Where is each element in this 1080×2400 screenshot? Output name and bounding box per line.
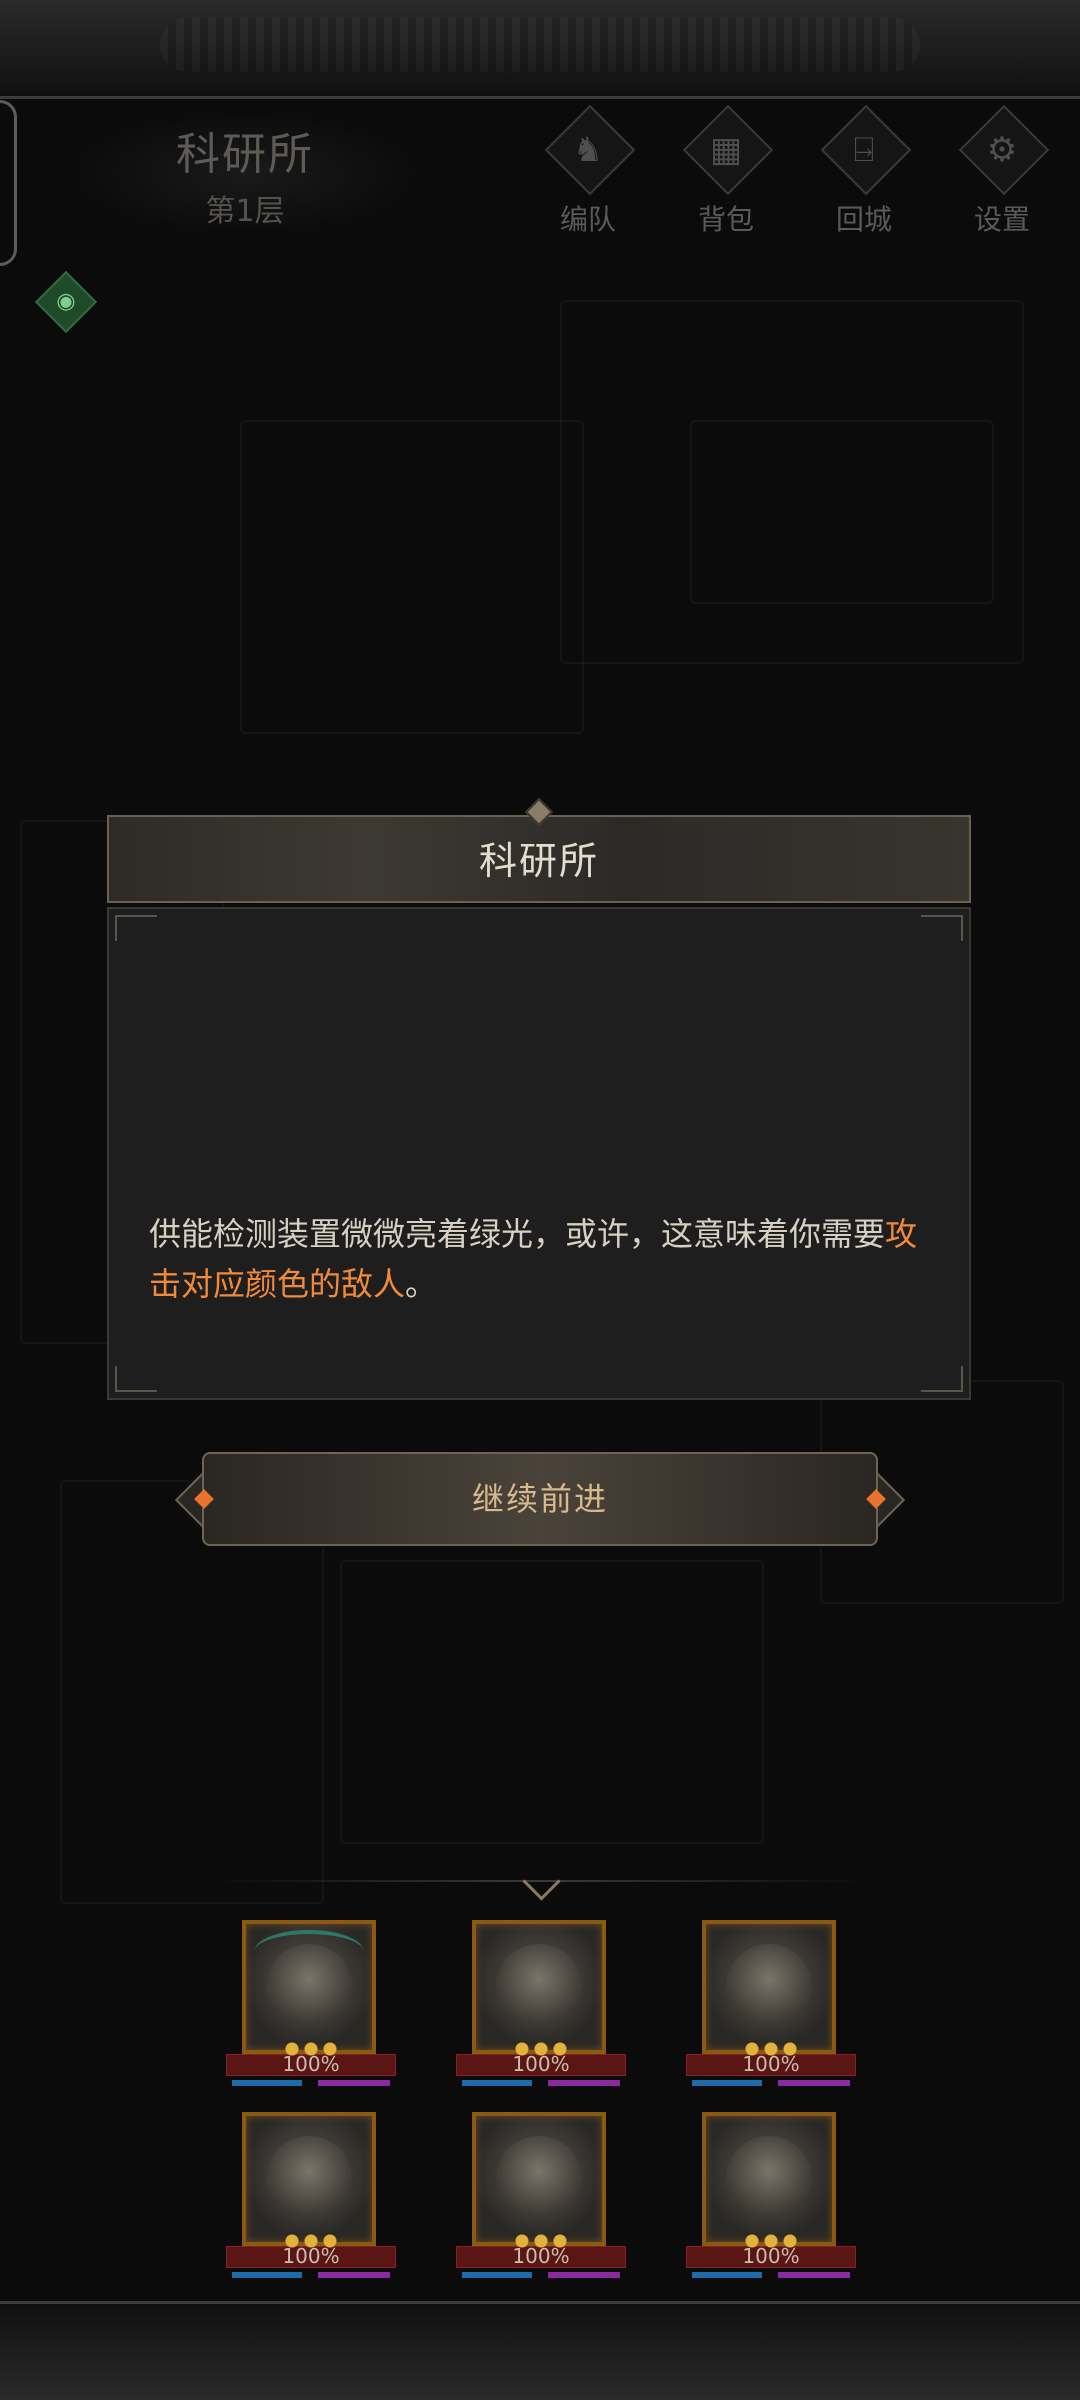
door-exit-icon: ⍈: [853, 130, 875, 170]
hp-percent: 100%: [512, 2052, 570, 2076]
dialog-body: 供能检测装置微微亮着绿光，或许，这意味着你需要攻击对应颜色的敌人。: [107, 907, 971, 1400]
return-town-button[interactable]: ⍈ 回城: [814, 104, 914, 236]
hp-percent: 100%: [512, 2244, 570, 2268]
formation-label: 编队: [559, 203, 616, 236]
silver-hair-woman-portrait: [472, 1920, 606, 2054]
dialog-header: 科研所: [107, 815, 971, 903]
werewolf-portrait: [702, 2112, 836, 2246]
message-text: 供能检测装置微微亮着绿光，或许，这意味着你需要: [149, 1215, 886, 1253]
backpack-label: 背包: [697, 203, 754, 236]
blonde-warrior-portrait: [242, 2112, 376, 2246]
location-panel: 科研所 第1层: [70, 108, 420, 238]
backpack-icon: ▦: [709, 130, 743, 170]
dialog-title: 科研所: [478, 839, 599, 883]
settings-button[interactable]: ⚙ 设置: [952, 104, 1052, 236]
hero-card[interactable]: 100%: [226, 2112, 396, 2292]
helmet-icon: ♞: [572, 130, 604, 170]
gear-icon: ⚙: [986, 130, 1018, 170]
top-ornate-frame: [0, 0, 1080, 99]
continue-label: 继续前进: [471, 1480, 608, 1518]
location-title: 科研所: [176, 129, 314, 180]
hp-percent: 100%: [742, 2244, 800, 2268]
hp-percent: 100%: [742, 2052, 800, 2076]
floor-label: 第1层: [205, 194, 285, 229]
backpack-button[interactable]: ▦ 背包: [676, 104, 776, 236]
hero-card[interactable]: 100%: [226, 1920, 396, 2100]
top-menu: ♞ 编队 ▦ 背包 ⍈ 回城 ⚙ 设置: [538, 104, 1052, 236]
hp-percent: 100%: [282, 2052, 340, 2076]
event-dialog: 科研所 供能检测装置微微亮着绿光，或许，这意味着你需要攻击对应颜色的敌人。: [107, 797, 971, 1400]
hero-card[interactable]: 100%: [456, 1920, 626, 2100]
dialog-message: 供能检测装置微微亮着绿光，或许，这意味着你需要攻击对应颜色的敌人。: [149, 1209, 929, 1309]
hero-card[interactable]: 100%: [456, 2112, 626, 2292]
return-town-label: 回城: [835, 203, 892, 236]
brown-hair-woman-portrait: [472, 2112, 606, 2246]
hero-card[interactable]: 100%: [686, 1920, 856, 2100]
hp-percent: 100%: [282, 2244, 340, 2268]
hero-card[interactable]: 100%: [686, 2112, 856, 2292]
antler-elf-portrait: [242, 1920, 376, 2054]
formation-button[interactable]: ♞ 编队: [538, 104, 638, 236]
dragon-armor-portrait: [702, 1920, 836, 2054]
side-panel-tab[interactable]: [0, 100, 17, 266]
settings-label: 设置: [973, 203, 1030, 236]
message-end: 。: [405, 1265, 438, 1303]
eye-icon: ◉: [56, 289, 76, 314]
bottom-ornate-frame: [0, 2301, 1080, 2400]
continue-button[interactable]: 继续前进: [172, 1452, 908, 1546]
